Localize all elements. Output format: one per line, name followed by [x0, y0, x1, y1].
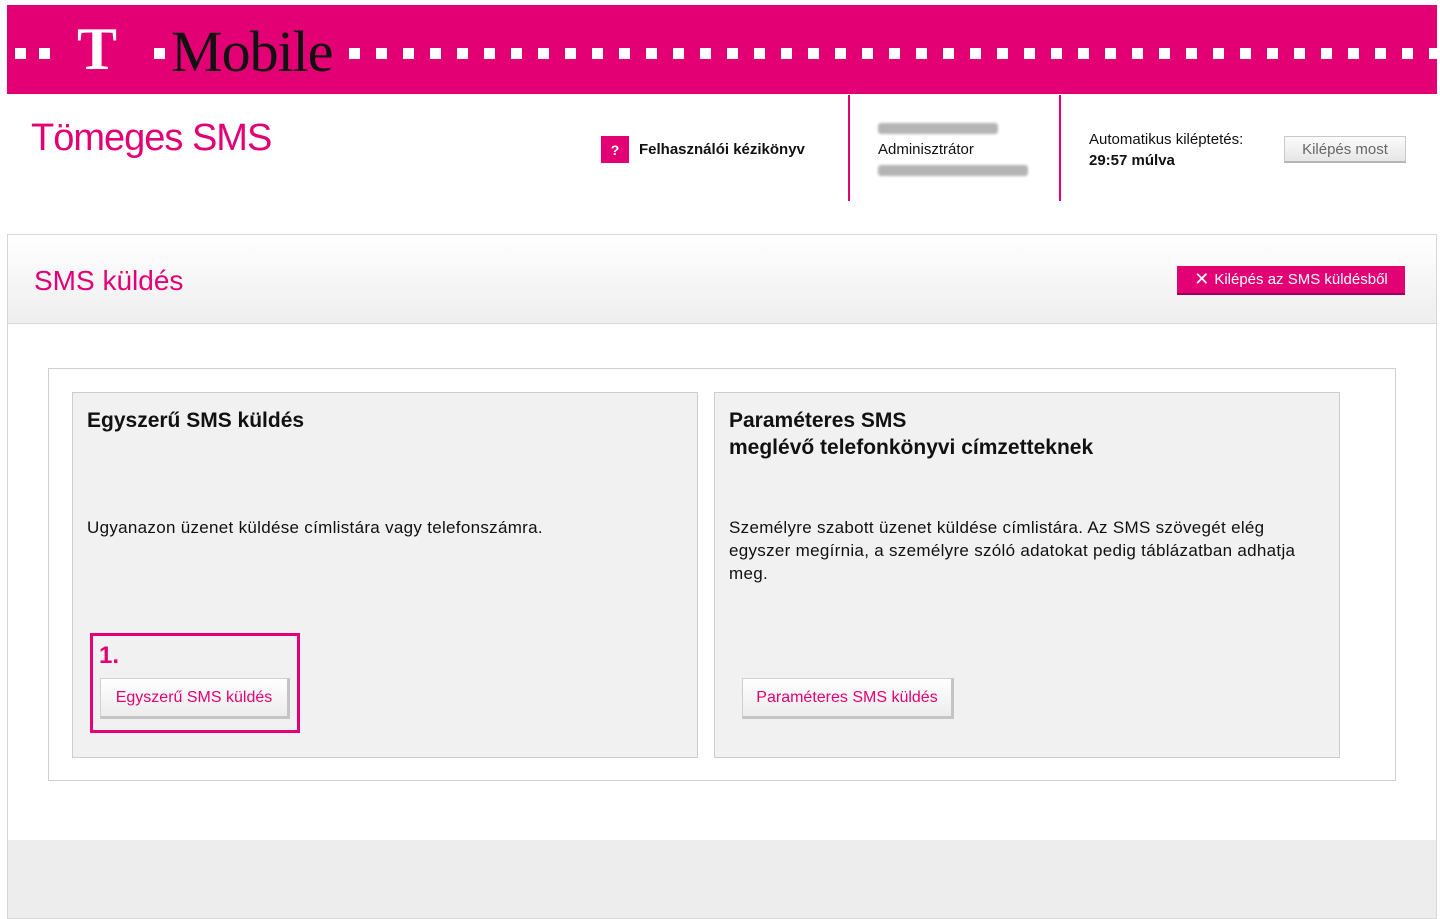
banner-dot: [970, 48, 981, 59]
simple-sms-card: Egyszerű SMS küldés Ugyanazon üzenet kül…: [72, 392, 698, 758]
banner-dot: [154, 48, 165, 59]
banner-dot: [1321, 48, 1332, 59]
simple-sms-button[interactable]: Egyszerű SMS küldés: [100, 678, 290, 719]
banner-dot: [862, 48, 873, 59]
logout-countdown: 29:57 múlva: [1089, 152, 1175, 169]
banner-dot: [1132, 48, 1143, 59]
banner-dot: [1348, 48, 1359, 59]
banner-dot: [403, 48, 414, 59]
card-title-line: meglévő telefonkönyvi címzetteknek: [729, 436, 1094, 459]
auto-logout-info: Automatikus kiléptetés: 29:57 múlva: [1089, 129, 1243, 171]
options-container: Egyszerű SMS küldés Ugyanazon üzenet kül…: [48, 368, 1396, 781]
parametric-sms-button[interactable]: Paraméteres SMS küldés: [742, 678, 954, 719]
banner-dot: [1213, 48, 1224, 59]
card-title-line: Paraméteres SMS: [729, 409, 907, 432]
header-divider: [848, 95, 850, 201]
banner-dot: [430, 48, 441, 59]
close-icon: ✕: [1194, 269, 1210, 289]
step-number: 1.: [99, 642, 120, 669]
panel-header: SMS küldés ✕ Kilépés az SMS küldésből: [8, 235, 1436, 324]
auto-logout-label: Automatikus kiléptetés:: [1089, 131, 1244, 148]
banner-dot: [1159, 48, 1170, 59]
banner-dot: [592, 48, 603, 59]
banner-dot: [835, 48, 846, 59]
t-logo: T: [77, 16, 118, 82]
banner-dot: [1186, 48, 1197, 59]
card-description: Személyre szabott üzenet küldése címlist…: [729, 518, 1296, 583]
logout-now-button[interactable]: Kilépés most: [1284, 136, 1406, 163]
help-icon: ?: [601, 136, 629, 163]
banner-dot: [39, 48, 50, 59]
card-title: Egyszerű SMS küldés: [87, 409, 305, 432]
banner-dot: [889, 48, 900, 59]
user-name-redacted: [878, 118, 1028, 139]
banner-dot: [727, 48, 738, 59]
banner-dot: [754, 48, 765, 59]
banner-dot: [15, 48, 26, 59]
banner-dot: [349, 48, 360, 59]
banner-dot: [511, 48, 522, 59]
user-org-redacted: [878, 160, 1028, 181]
brand-name: Mobile: [171, 19, 334, 84]
banner-dot: [1267, 48, 1278, 59]
sms-send-panel: SMS küldés ✕ Kilépés az SMS küldésből Eg…: [7, 234, 1437, 919]
banner-dot: [1240, 48, 1251, 59]
exit-sms-button[interactable]: ✕ Kilépés az SMS küldésből: [1177, 266, 1405, 295]
banner-dot: [565, 48, 576, 59]
banner-dot: [619, 48, 630, 59]
banner-dot: [1051, 48, 1062, 59]
header-divider: [1059, 95, 1061, 201]
banner-dot: [1078, 48, 1089, 59]
banner-dot: [700, 48, 711, 59]
banner-dot: [808, 48, 819, 59]
banner-dot: [916, 48, 927, 59]
exit-sms-label: Kilépés az SMS küldésből: [1214, 271, 1388, 288]
banner-dot: [538, 48, 549, 59]
card-title: Paraméteres SMS meglévő telefonkönyvi cí…: [729, 407, 1093, 461]
banner-dot: [457, 48, 468, 59]
banner-dot: [943, 48, 954, 59]
panel-title: SMS küldés: [34, 265, 184, 296]
banner-dot: [1024, 48, 1035, 59]
user-manual-label: Felhasználói kézikönyv: [639, 141, 805, 158]
panel-footer: [8, 840, 1436, 918]
banner-dot: [1375, 48, 1386, 59]
banner-dot: [376, 48, 387, 59]
user-manual-link[interactable]: ? Felhasználói kézikönyv: [601, 136, 805, 163]
parametric-sms-card: Paraméteres SMS meglévő telefonkönyvi cí…: [714, 392, 1340, 758]
user-role: Adminisztrátor: [878, 141, 974, 158]
banner-dot: [673, 48, 684, 59]
banner-dot: [1429, 48, 1437, 59]
banner-dot: [997, 48, 1008, 59]
banner-dot: [781, 48, 792, 59]
brand-banner: T Mobile: [7, 5, 1437, 94]
card-description: Ugyanazon üzenet küldése címlistára vagy…: [87, 518, 543, 537]
banner-dot: [1402, 48, 1413, 59]
banner-dot: [1105, 48, 1116, 59]
banner-dot: [646, 48, 657, 59]
banner-dot: [1294, 48, 1305, 59]
banner-dot: [484, 48, 495, 59]
user-info: Adminisztrátor: [878, 118, 1028, 181]
app-title: Tömeges SMS: [31, 117, 272, 159]
